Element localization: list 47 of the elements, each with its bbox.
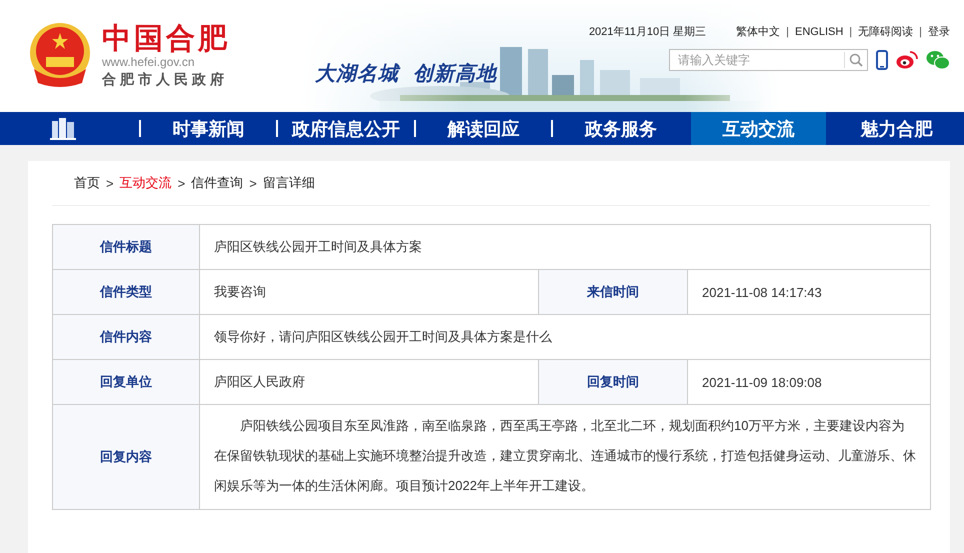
phone-icon[interactable] [876, 50, 888, 70]
field-value: 庐阳区人民政府 [200, 360, 538, 404]
chat-bubbles-icon[interactable] [926, 50, 950, 70]
breadcrumb-link[interactable]: 互动交流 [120, 174, 172, 192]
top-link[interactable]: 无障碍阅读 [858, 24, 914, 39]
swirl-logo-icon[interactable] [896, 51, 918, 69]
link-separator: | [786, 26, 789, 38]
field-value: 2021-11-09 18:09:08 [688, 360, 930, 404]
nav-tab[interactable]: 解读回应 [416, 112, 552, 145]
buildings-icon[interactable] [50, 118, 76, 140]
slogan-text: 创新高地 [413, 62, 497, 87]
breadcrumb-link[interactable]: 留言详细 [262, 174, 315, 192]
field-label: 来信时间 [538, 270, 688, 314]
link-separator: | [849, 26, 852, 38]
field-label: 信件类型 [52, 270, 200, 314]
breadcrumb-separator: > [178, 176, 186, 190]
breadcrumb-link[interactable]: 信件查询 [191, 174, 244, 192]
nav-tab[interactable]: 互动交流 [690, 112, 826, 145]
field-value: 2021-11-08 14:17:43 [688, 270, 930, 314]
date-text: 2021年11月10日 星期三 [588, 25, 706, 39]
nav-tab[interactable]: 政府信息公开 [278, 112, 414, 145]
site-subtitle: 合肥市人民政府 [102, 70, 229, 88]
breadcrumb-link[interactable]: 首页 [74, 174, 100, 192]
search-field[interactable]: 请输入关键字 [669, 49, 868, 71]
breadcrumb-separator: > [249, 176, 257, 190]
top-link[interactable]: 繁体中文 [736, 24, 780, 39]
field-label: 回复时间 [538, 360, 688, 404]
field-label: 信件标题 [52, 224, 200, 270]
emblem-icon [28, 21, 92, 89]
field-label: 回复单位 [52, 360, 200, 404]
nav-tab[interactable]: 魅力合肥 [828, 112, 964, 145]
field-value: 庐阳铁线公园项目东至凤淮路，南至临泉路，西至禹王亭路，北至北二环，规划面积约10万平方米，主要建设内容为在保留铁轨现状的基础上实施环境整治提升改造，建立贯穿南北、连通城市的慢行系统，打造包括健身运动、儿童游乐、休闲娱乐等为一体的生活休闲廊。项目预计2022年上半年开工建设。 [200, 404, 930, 510]
field-label: 信件内容 [52, 314, 200, 360]
field-value: 领导你好，请问庐阳区铁线公园开工时间及具体方案是什么 [200, 314, 930, 360]
link-separator: | [919, 26, 922, 38]
field-value: 庐阳区铁线公园开工时间及具体方案 [200, 224, 930, 270]
field-value: 我要咨询 [200, 270, 538, 314]
field-label: 回复内容 [52, 404, 200, 510]
search-icon[interactable] [849, 53, 863, 67]
site-url: www.hefei.gov.cn [102, 54, 196, 70]
slogan-text: 大湖名城 [315, 62, 399, 87]
nav-tab[interactable]: 时事新闻 [140, 112, 276, 145]
breadcrumb-separator: > [106, 176, 114, 190]
top-link[interactable]: ENGLISH [794, 26, 844, 38]
top-link[interactable]: 登录 [928, 24, 950, 39]
site-title: 中国合肥 [102, 22, 230, 54]
nav-tab[interactable]: 政务服务 [553, 112, 689, 145]
